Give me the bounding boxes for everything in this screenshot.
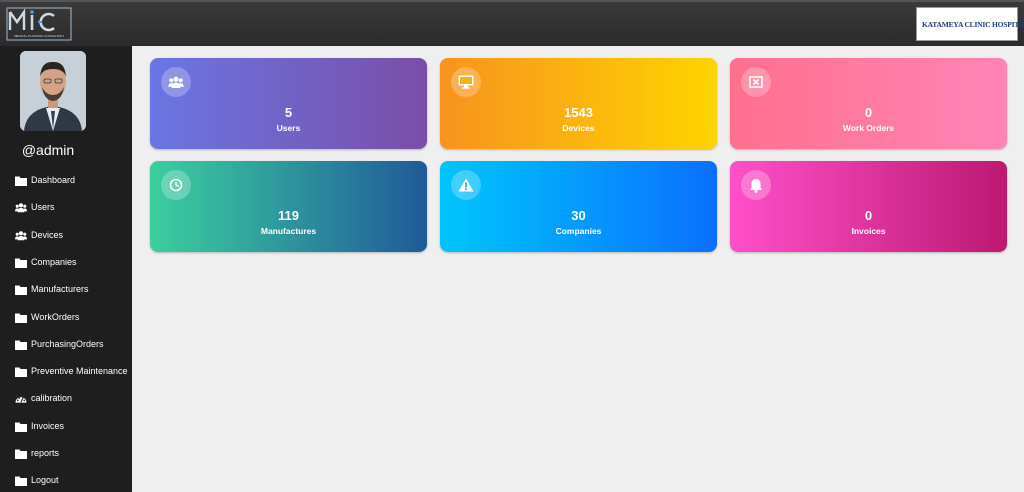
sidebar-item-label: Companies: [31, 257, 77, 267]
folder-icon: [15, 256, 27, 268]
sidebar-item-label: Devices: [31, 230, 64, 240]
stat-label: Devices: [562, 123, 595, 133]
sidebar-item-label: calibration: [31, 393, 73, 403]
sidebar: @admin Dashboard Users Devices Companies…: [0, 46, 132, 492]
sidebar-item-label: Manufacturers: [31, 284, 89, 294]
hospital-logo: KATAMEYA CLINIC HOSPITAL: [916, 7, 1024, 41]
folder-icon: [15, 420, 27, 432]
stat-value: 119: [278, 208, 299, 223]
sidebar-item-label: WorkOrders: [31, 312, 80, 322]
top-bar: MEDICAL PLANNING CONSULTANT KATAMEYA CLI…: [0, 0, 1024, 46]
stat-label: Invoices: [851, 226, 886, 236]
sidebar-item-label: PurchasingOrders: [31, 339, 104, 349]
stat-label: Manufactures: [260, 226, 317, 236]
users-icon: [15, 201, 27, 213]
stat-card-users[interactable]: 5 Users: [150, 58, 427, 149]
clock-icon: [161, 170, 191, 200]
stat-card-devices[interactable]: 1543 Devices: [440, 58, 717, 149]
warning-icon: [451, 170, 481, 200]
users-icon: [161, 67, 191, 97]
sidebar-item-label: Invoices: [31, 421, 65, 431]
stat-label: Companies: [555, 226, 602, 236]
sidebar-item-reports[interactable]: reports: [15, 444, 59, 462]
stat-card-companies[interactable]: 30 Companies: [440, 161, 717, 252]
sidebar-item-dashboard[interactable]: Dashboard: [15, 171, 75, 189]
stat-value: 0: [864, 105, 873, 120]
sidebar-item-logout[interactable]: Logout: [15, 471, 59, 489]
stat-value: 0: [864, 208, 873, 223]
sidebar-item-workorders[interactable]: WorkOrders: [15, 308, 79, 326]
stat-value: 5: [284, 105, 293, 120]
sidebar-item-label: Logout: [31, 475, 59, 485]
stat-card-invoices[interactable]: 0 Invoices: [730, 161, 1007, 252]
sidebar-item-preventive-maintenance[interactable]: Preventive Maintenance: [15, 362, 128, 380]
avatar[interactable]: [20, 51, 86, 131]
folder-icon: [15, 338, 27, 350]
stat-value: 30: [571, 208, 586, 223]
folder-icon: [15, 447, 27, 459]
stat-label: Work Orders: [842, 123, 895, 133]
hospital-name: KATAMEYA CLINIC HOSPITAL: [922, 19, 1024, 29]
sidebar-item-manufacturers[interactable]: Manufacturers: [15, 280, 89, 298]
sidebar-item-label: Dashboard: [31, 175, 76, 185]
username: @admin: [21, 142, 75, 158]
sidebar-item-invoices[interactable]: Invoices: [15, 417, 64, 435]
bell-icon: [741, 170, 771, 200]
sidebar-item-calibration[interactable]: calibration: [15, 389, 72, 407]
sidebar-item-label: Users: [31, 202, 55, 212]
sidebar-item-purchasingorders[interactable]: PurchasingOrders: [15, 335, 104, 353]
stat-card-manufactures[interactable]: 119 Manufactures: [150, 161, 427, 252]
folder-icon: [15, 311, 27, 323]
folder-icon: [15, 474, 27, 486]
svg-text:MEDICAL PLANNING CONSULTANT: MEDICAL PLANNING CONSULTANT: [14, 34, 64, 38]
folder-icon: [15, 283, 27, 295]
sidebar-item-label: reports: [31, 448, 60, 458]
gauge-icon: [15, 392, 27, 404]
app-logo[interactable]: MEDICAL PLANNING CONSULTANT: [6, 6, 72, 42]
sidebar-item-companies[interactable]: Companies: [15, 253, 77, 271]
stat-card-work-orders[interactable]: 0 Work Orders: [730, 58, 1007, 149]
stat-label: Users: [276, 123, 301, 133]
folder-icon: [15, 174, 27, 186]
close-box-icon: [741, 67, 771, 97]
sidebar-item-label: Preventive Maintenance: [31, 366, 128, 376]
stat-value: 1543: [564, 105, 593, 120]
sidebar-item-devices[interactable]: Devices: [15, 226, 63, 244]
monitor-icon: [451, 67, 481, 97]
sidebar-item-users[interactable]: Users: [15, 198, 55, 216]
folder-icon: [15, 365, 27, 377]
users-icon: [15, 229, 27, 241]
